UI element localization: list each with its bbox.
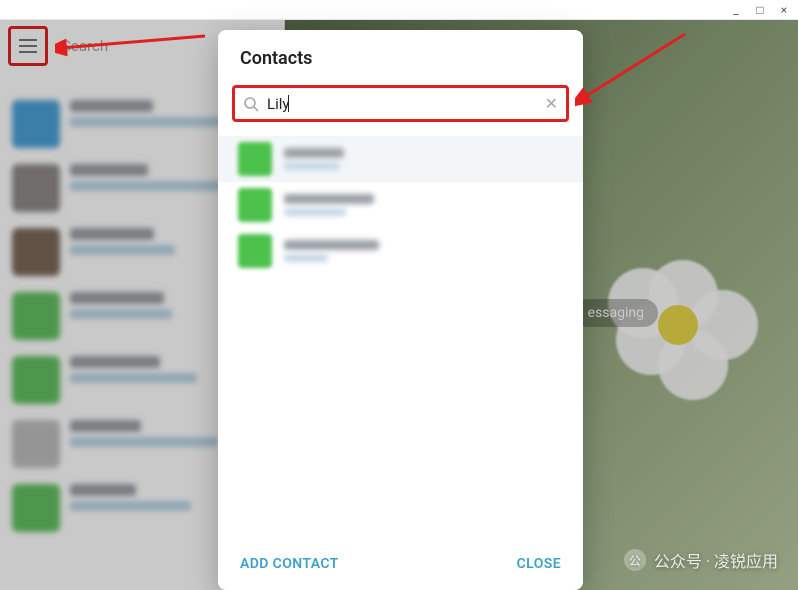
clear-search-button[interactable]: ✕ <box>545 94 558 113</box>
add-contact-button[interactable]: ADD CONTACT <box>240 556 339 572</box>
contact-avatar <box>238 234 272 268</box>
modal-footer: ADD CONTACT CLOSE <box>218 540 583 590</box>
text-caret <box>288 95 289 112</box>
contact-result-item[interactable] <box>218 182 583 228</box>
close-window-button[interactable]: × <box>778 4 790 16</box>
close-modal-button[interactable]: CLOSE <box>517 556 561 572</box>
contact-result-item[interactable] <box>218 228 583 274</box>
contact-avatar <box>238 142 272 176</box>
minimize-button[interactable]: _ <box>730 4 742 16</box>
contact-search-field[interactable]: Lily ✕ <box>232 85 569 122</box>
search-input-value[interactable]: Lily <box>267 95 289 113</box>
watermark-text: 公众号 · 凌锐应用 <box>654 548 778 572</box>
contact-info <box>284 194 374 216</box>
contact-info <box>284 240 379 262</box>
watermark-icon: 公 <box>624 549 646 571</box>
contact-info <box>284 148 344 170</box>
search-icon <box>243 96 259 112</box>
contact-results <box>218 130 583 540</box>
contacts-modal: Contacts Lily ✕ ADD CONTACT CLOSE <box>218 30 583 590</box>
contact-result-item[interactable] <box>218 136 583 182</box>
window-titlebar: _ □ × <box>0 0 798 20</box>
modal-title: Contacts <box>218 30 583 79</box>
watermark: 公 公众号 · 凌锐应用 <box>624 548 778 572</box>
contact-avatar <box>238 188 272 222</box>
maximize-button[interactable]: □ <box>754 4 766 16</box>
